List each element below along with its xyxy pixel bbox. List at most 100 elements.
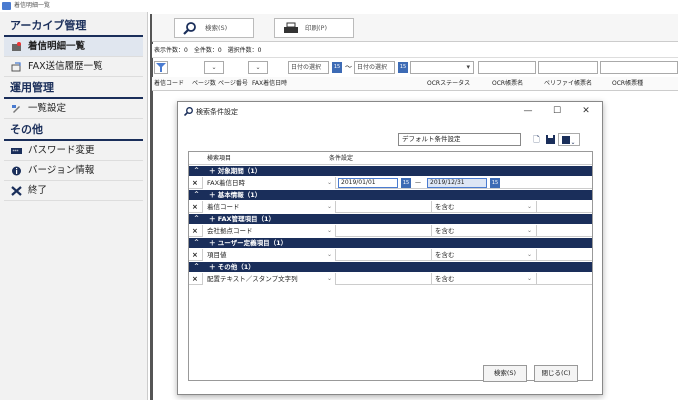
calendar-icon[interactable]: 15	[332, 62, 342, 73]
sidebar-item-label: 終了	[28, 185, 48, 196]
field-value: 着信コード	[207, 203, 240, 211]
calendar-icon[interactable]: 15	[401, 178, 411, 188]
sidebar-item-received-list[interactable]: 着信明細一覧	[4, 37, 143, 57]
verify-form-filter[interactable]	[538, 61, 598, 74]
search-button[interactable]: 検索(S)	[174, 18, 254, 38]
collapse-icon[interactable]: ^	[194, 166, 199, 176]
field-select[interactable]: 着信コード ⌄	[202, 201, 336, 213]
operator-select[interactable]: を含む ⌄	[431, 249, 537, 261]
group-header[interactable]: ^ ＋ FAX管理項目（1）	[189, 214, 592, 224]
condition-row: × 項目値 ⌄ を含む ⌄	[189, 249, 592, 261]
sidebar-section-archive: アーカイブ管理	[4, 15, 143, 37]
sidebar-item-fax-sent[interactable]: FAX送信履歴一覧	[4, 57, 143, 77]
info-icon	[12, 166, 21, 176]
col-header[interactable]: ページ数	[192, 77, 216, 91]
field-select[interactable]: FAX着信日時 ⌄	[202, 177, 336, 189]
search-condition-dialog: 検索条件設定 — ☐ ✕ デフォルト条件設定 🗋 ⌄ 検索項目 条件設定 ^ ＋…	[177, 101, 603, 395]
minimize-button[interactable]: —	[519, 104, 537, 118]
add-icon[interactable]: ＋	[209, 215, 218, 223]
col-header[interactable]: OCR帳票種	[612, 77, 643, 91]
add-icon[interactable]: ＋	[209, 239, 218, 247]
save-icon[interactable]	[544, 133, 557, 146]
dialog-title-bar: 検索条件設定 — ☐ ✕	[178, 102, 602, 122]
add-icon[interactable]: ＋	[209, 167, 218, 175]
count-summary: 表示件数：0 全件数：0 選択件数：0	[152, 44, 678, 58]
search-icon	[184, 107, 193, 116]
group-header[interactable]: ^ ＋ ユーザー定義項目（1）	[189, 238, 592, 248]
operator-value: を含む	[435, 227, 455, 235]
collapse-icon[interactable]: ^	[194, 238, 199, 248]
field-select[interactable]: 配置テキスト／スタンプ文字列 ⌄	[202, 273, 336, 285]
col-header[interactable]: OCR帳票名	[492, 77, 523, 91]
condition-value-input[interactable]	[337, 249, 431, 261]
field-select[interactable]: 項目値 ⌄	[202, 249, 336, 261]
group-header[interactable]: ^ ＋ 基本情報（1）	[189, 190, 592, 200]
condition-value-input[interactable]	[337, 273, 431, 285]
condition-row: × 着信コード ⌄ を含む ⌄	[189, 201, 592, 213]
filter-icon-box[interactable]	[154, 61, 168, 74]
field-select[interactable]: 会社拠点コード ⌄	[202, 225, 336, 237]
operator-value: を含む	[435, 275, 455, 283]
ocr-form-filter[interactable]	[478, 61, 536, 74]
col-header[interactable]: ページ番号	[218, 77, 248, 91]
col-header[interactable]: OCRステータス	[427, 77, 470, 91]
print-button[interactable]: 印刷(P)	[274, 18, 354, 38]
chevron-down-icon: ⌄	[326, 251, 332, 258]
condition-row: × 配置テキスト／スタンプ文字列 ⌄ を含む ⌄	[189, 273, 592, 285]
condition-value-input[interactable]	[337, 225, 431, 237]
condition-row: × 会社拠点コード ⌄ を含む ⌄	[189, 225, 592, 237]
remove-icon[interactable]: ×	[192, 201, 198, 213]
filter-dropdown-1[interactable]: ⌄	[204, 61, 224, 74]
fax-inbox-icon	[12, 42, 21, 51]
ocr-status-dropdown[interactable]: ▾	[410, 61, 474, 74]
group-label: 対象期間（1）	[217, 167, 262, 175]
collapse-icon[interactable]: ^	[194, 190, 199, 200]
group-header[interactable]: ^ ＋ 対象期間（1）	[189, 166, 592, 176]
dialog-close-button[interactable]: 閉じる(C)	[534, 365, 578, 382]
date-select-from[interactable]: 日付の選択	[288, 61, 329, 74]
condition-row: × FAX着信日時 ⌄ 2019/01/01 15 — 2019/12/31 15	[189, 177, 592, 189]
operator-value: を含む	[435, 203, 455, 211]
ocr-form-type-filter[interactable]	[600, 61, 678, 74]
date-select-to[interactable]: 日付の選択	[354, 61, 395, 74]
col-header[interactable]: FAX着信日時	[252, 77, 287, 91]
remove-icon[interactable]: ×	[192, 177, 198, 189]
preset-select[interactable]: デフォルト条件設定	[398, 133, 521, 146]
sidebar-item-password[interactable]: *** パスワード変更	[4, 141, 143, 161]
filter-dropdown-2[interactable]: ⌄	[248, 61, 268, 74]
add-icon[interactable]: ＋	[209, 263, 218, 271]
window-title-bar: 着信明細一覧	[0, 0, 678, 12]
exit-icon	[11, 186, 22, 196]
app-icon	[2, 2, 11, 10]
date-to-input[interactable]: 2019/12/31	[427, 178, 487, 188]
sidebar-item-exit[interactable]: 終了	[4, 181, 143, 201]
col-header[interactable]: ベリファイ帳票名	[544, 77, 592, 91]
new-preset-icon[interactable]: 🗋	[530, 133, 543, 146]
remove-icon[interactable]: ×	[192, 225, 198, 237]
field-value: 項目値	[207, 251, 227, 259]
operator-select[interactable]: を含む ⌄	[431, 201, 537, 213]
collapse-icon[interactable]: ^	[194, 262, 199, 272]
condition-value-input[interactable]	[337, 201, 431, 213]
remove-icon[interactable]: ×	[192, 273, 198, 285]
group-header[interactable]: ^ ＋ その他（1）	[189, 262, 592, 272]
dialog-search-button[interactable]: 検索(S)	[483, 365, 527, 382]
sidebar-item-version[interactable]: バージョン情報	[4, 161, 143, 181]
col-header[interactable]: 着信コード	[154, 77, 184, 91]
collapse-icon[interactable]: ^	[194, 214, 199, 224]
add-icon[interactable]: ＋	[209, 191, 218, 199]
operator-select[interactable]: を含む ⌄	[431, 273, 537, 285]
group-label: ユーザー定義項目（1）	[217, 239, 288, 247]
sidebar: アーカイブ管理 着信明細一覧 FAX送信履歴一覧 運用管理 一覧設定 その他 *…	[0, 12, 148, 400]
fax-sent-icon	[11, 62, 21, 72]
sidebar-item-list-settings[interactable]: 一覧設定	[4, 99, 143, 119]
save-as-dropdown[interactable]: ⌄	[558, 133, 580, 146]
remove-icon[interactable]: ×	[192, 249, 198, 261]
sidebar-section-operations: 運用管理	[4, 77, 143, 99]
calendar-icon[interactable]: 15	[398, 62, 408, 73]
calendar-icon[interactable]: 15	[490, 178, 500, 188]
close-window-button[interactable]: ✕	[577, 104, 595, 118]
date-from-input[interactable]: 2019/01/01	[338, 178, 398, 188]
operator-select[interactable]: を含む ⌄	[431, 225, 537, 237]
maximize-button[interactable]: ☐	[548, 104, 566, 118]
